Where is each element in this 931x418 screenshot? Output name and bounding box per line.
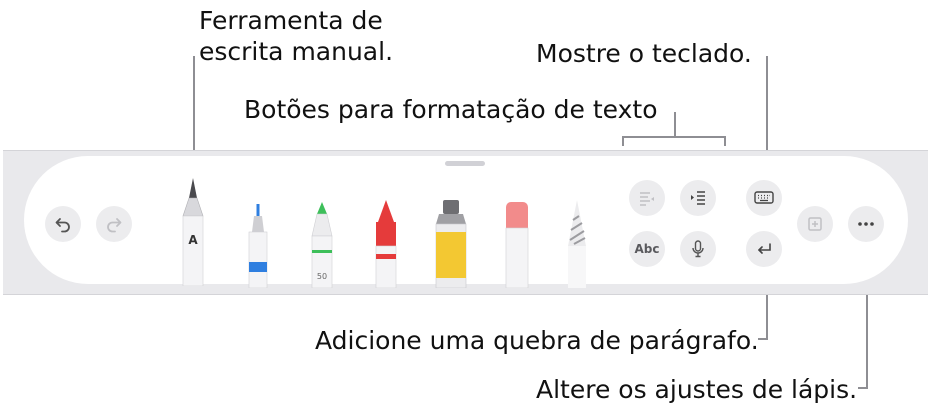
pencil-settings-label: Altere os ajustes de lápis.	[536, 375, 858, 404]
more-icon	[858, 222, 874, 226]
pencil-tool[interactable]	[562, 198, 592, 288]
add-space-button[interactable]	[797, 206, 833, 242]
abc-button[interactable]: Abc	[629, 231, 665, 267]
redo-button[interactable]	[96, 206, 132, 242]
handwriting-tool-label-line1: Ferramenta de	[199, 6, 383, 35]
keyboard-button[interactable]	[746, 180, 782, 216]
indent-button[interactable]	[680, 180, 716, 216]
more-button[interactable]	[848, 206, 884, 242]
formatting-label: Botões para formatação de texto	[244, 95, 658, 124]
formatting-bracket-left	[622, 136, 624, 146]
handwriting-pen-tool[interactable]: A	[178, 176, 208, 286]
return-icon	[758, 243, 771, 254]
paragraph-label: Adicione uma quebra de parágrafo.	[315, 326, 759, 355]
toolbar-grabber[interactable]	[445, 161, 485, 166]
dictation-button[interactable]	[680, 231, 716, 267]
redo-icon	[107, 218, 122, 233]
paragraph-callout-tick	[758, 338, 768, 340]
abc-label: Abc	[634, 242, 660, 256]
handwriting-pen-label: A	[188, 233, 198, 247]
crayon-tool[interactable]	[370, 198, 402, 288]
align-left-icon	[640, 192, 654, 206]
handwriting-tool-label: Ferramenta de escrita manual.	[199, 5, 393, 67]
add-space-icon	[808, 217, 822, 231]
undo-button[interactable]	[45, 206, 81, 242]
paint-tube-tool[interactable]	[430, 198, 472, 288]
formatting-bracket-right	[724, 136, 726, 146]
fineliner-tool[interactable]	[243, 202, 273, 288]
indent-icon	[691, 191, 705, 205]
marker-label: 50	[317, 272, 327, 281]
formatting-bracket-stem	[674, 112, 676, 136]
undo-icon	[55, 218, 70, 233]
handwriting-tool-label-line2: escrita manual.	[199, 37, 394, 66]
align-left-button[interactable]	[629, 180, 665, 216]
formatting-bracket-bar	[622, 136, 726, 138]
return-button[interactable]	[746, 231, 782, 267]
eraser-tool[interactable]	[500, 200, 534, 288]
settings-callout-tick	[858, 387, 868, 389]
marker-tool[interactable]: 50	[307, 200, 337, 288]
keyboard-icon	[754, 191, 774, 204]
microphone-icon	[692, 240, 704, 258]
keyboard-label: Mostre o teclado.	[536, 39, 752, 68]
